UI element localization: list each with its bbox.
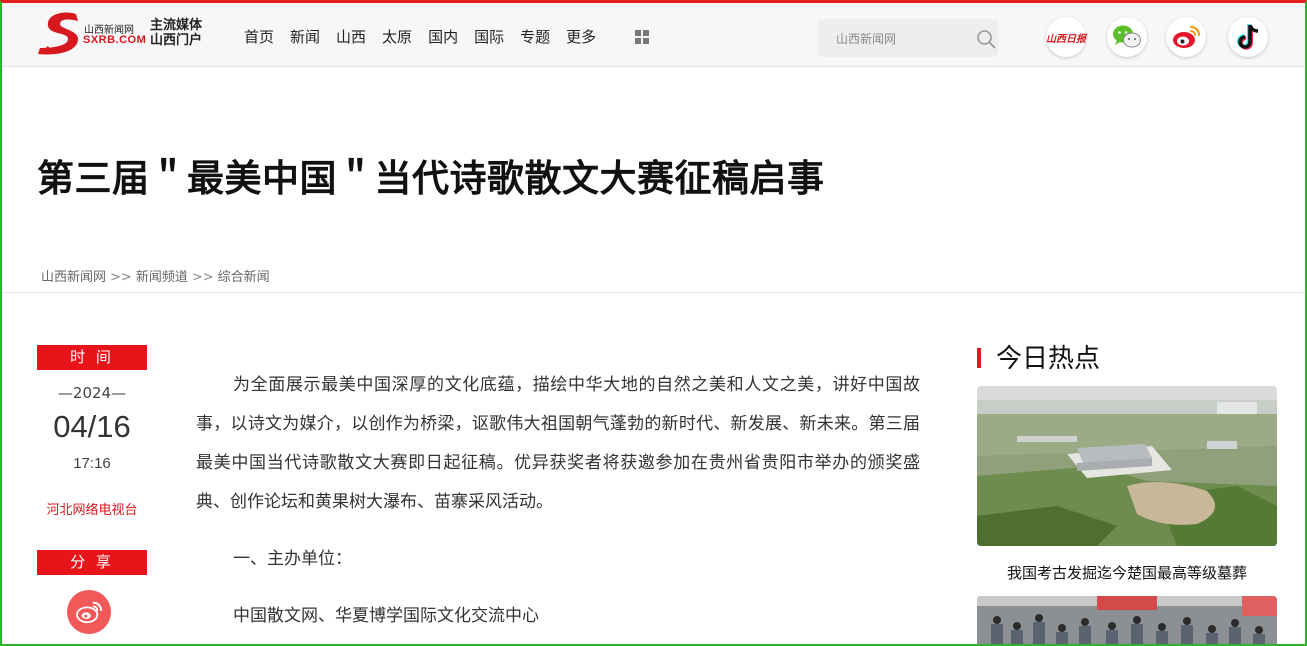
- shanxi-daily-icon[interactable]: 山西日报: [1046, 17, 1086, 57]
- slogan-line-2: 山西门户: [150, 33, 203, 48]
- nav-shanxi[interactable]: 山西: [336, 27, 366, 47]
- article-paragraph: 为全面展示最美中国深厚的文化底蕴，描绘中华大地的自然之美和人文之美，讲好中国故事…: [196, 375, 920, 512]
- grid-menu-icon[interactable]: [635, 30, 649, 44]
- breadcrumb-separator: >>: [110, 270, 132, 285]
- article-paragraph: 中国散文网、华夏博学国际文化交流中心: [233, 606, 539, 626]
- hot-title-accent-bar: [977, 348, 981, 368]
- tiktok-icon[interactable]: [1228, 17, 1268, 57]
- site-logo[interactable]: 山西新闻网 SXRB.COM 主流媒体 山西门户: [38, 8, 208, 58]
- weibo-icon[interactable]: [1166, 17, 1206, 57]
- nav-home[interactable]: 首页: [244, 27, 274, 47]
- publish-date: 04/16: [53, 409, 131, 444]
- wechat-icon[interactable]: [1107, 17, 1147, 57]
- time-label: 时 间: [37, 345, 147, 370]
- tiktok-glyph: [1237, 24, 1259, 50]
- publish-time: 17:16: [73, 455, 111, 472]
- breadcrumb-home[interactable]: 山西新闻网: [41, 270, 106, 285]
- archaeology-site-photo: [977, 386, 1277, 546]
- wechat-glyph: [1113, 25, 1141, 48]
- article-source: 河北网络电视台: [46, 503, 138, 518]
- nav-domestic[interactable]: 国内: [428, 27, 458, 47]
- breadcrumb: 山西新闻网 >> 新闻频道 >> 综合新闻: [41, 266, 270, 285]
- share-weibo-button[interactable]: [67, 590, 111, 634]
- nav-special[interactable]: 专题: [520, 27, 550, 47]
- slogan-line-1: 主流媒体: [150, 18, 203, 33]
- publish-year: —2024—: [57, 384, 127, 402]
- hot-news-title: 今日热点: [996, 344, 1101, 374]
- hot-news-caption[interactable]: 我国考古发掘迄今楚国最高等级墓葬: [977, 562, 1277, 583]
- site-header: 山西新闻网 SXRB.COM 主流媒体 山西门户 首页 新闻 山西 太原 国内 …: [0, 0, 1307, 67]
- article-title: 第三届＂最美中国＂当代诗歌散文大赛征稿启事: [37, 157, 825, 200]
- search-input[interactable]: [818, 19, 988, 59]
- nav-international[interactable]: 国际: [474, 27, 504, 47]
- logo-s-mark: [38, 12, 78, 55]
- breadcrumb-news-channel[interactable]: 新闻频道: [136, 270, 188, 285]
- search-icon[interactable]: [976, 29, 996, 49]
- logo-english-text: SXRB.COM: [83, 34, 147, 46]
- weibo-share-icon: [76, 601, 103, 624]
- weibo-glyph: [1173, 25, 1201, 48]
- nav-news[interactable]: 新闻: [290, 27, 320, 47]
- divider: [0, 292, 1307, 293]
- breadcrumb-separator: >>: [191, 270, 214, 285]
- crowd-photo: [977, 596, 1277, 646]
- article-body: 为全面展示最美中国深厚的文化底蕴，描绘中华大地的自然之美和人文之美，讲好中国故事…: [196, 366, 920, 636]
- search-box: [818, 19, 998, 59]
- hot-news-image[interactable]: [977, 596, 1277, 646]
- main-nav: 首页 新闻 山西 太原 国内 国际 专题 更多: [244, 27, 612, 47]
- nav-more[interactable]: 更多: [566, 27, 596, 47]
- slogan: 主流媒体 山西门户: [150, 18, 202, 48]
- breadcrumb-general-news[interactable]: 综合新闻: [218, 270, 270, 285]
- share-label: 分 享: [37, 550, 147, 575]
- article-paragraph: 一、主办单位：: [233, 549, 352, 569]
- nav-taiyuan[interactable]: 太原: [382, 27, 412, 47]
- hot-news-image[interactable]: [977, 386, 1277, 546]
- shanxi-daily-label: 山西日报: [1046, 33, 1086, 45]
